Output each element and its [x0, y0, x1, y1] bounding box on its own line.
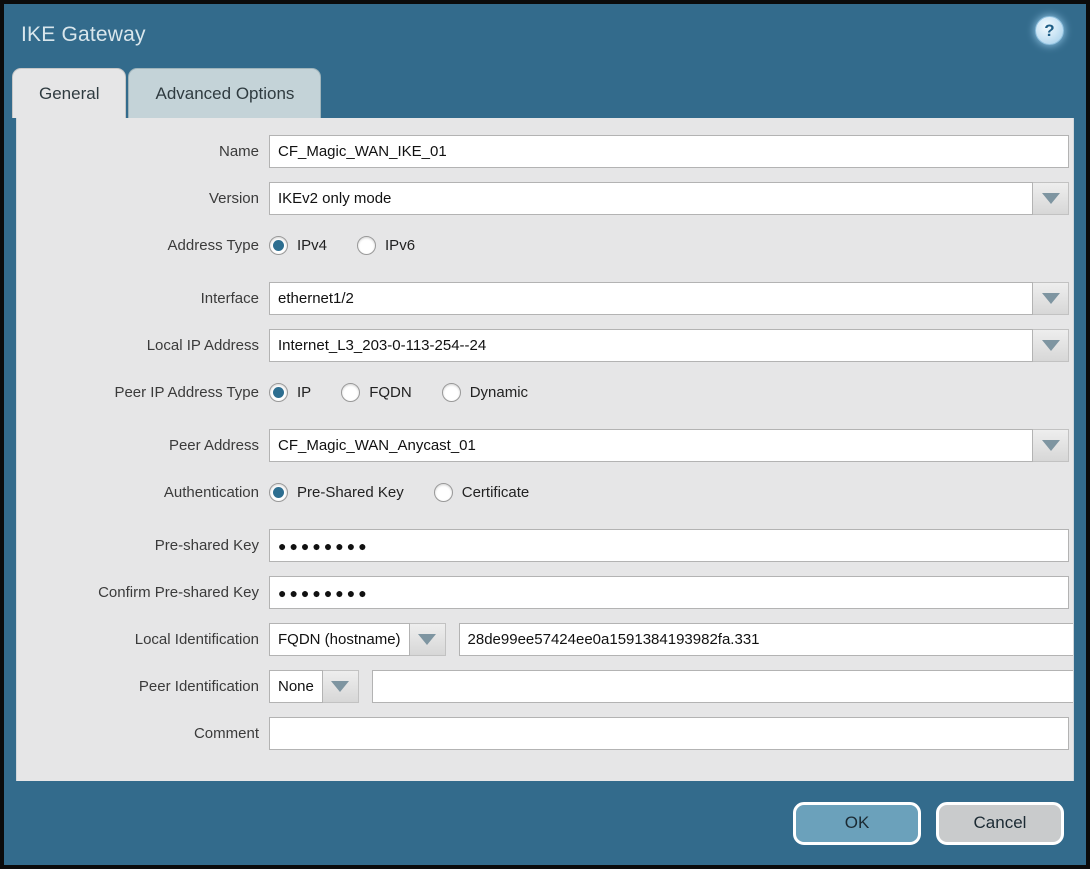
- radio-label: IP: [297, 384, 312, 401]
- local-identification-label: Local Identification: [134, 631, 259, 648]
- local-ip-address-selected-value: Internet_L3_203-0-113-254--24: [269, 329, 1033, 362]
- peer-identification-label: Peer Identification: [138, 678, 259, 695]
- local-ip-address-dropdown[interactable]: Internet_L3_203-0-113-254--24: [269, 329, 1069, 362]
- comment-input[interactable]: [269, 717, 1069, 750]
- name-label: Name: [218, 143, 259, 160]
- chevron-down-icon[interactable]: [1033, 282, 1069, 315]
- peer-address-label: Peer Address: [168, 437, 259, 454]
- pre-shared-key-label: Pre-shared Key: [154, 537, 259, 554]
- authentication-row: Authentication Pre-Shared Key Certificat…: [17, 476, 1073, 509]
- radio-unselected-icon: [341, 383, 361, 402]
- peer-type-dynamic-radio[interactable]: Dynamic: [441, 383, 529, 402]
- address-type-label: Address Type: [167, 237, 259, 254]
- version-selected-value: IKEv2 only mode: [269, 182, 1033, 215]
- interface-selected-value: ethernet1/2: [269, 282, 1033, 315]
- radio-unselected-icon: [433, 483, 453, 502]
- radio-label: IPv6: [385, 237, 416, 254]
- peer-address-dropdown[interactable]: CF_Magic_WAN_Anycast_01: [269, 429, 1069, 462]
- name-row: Name: [17, 135, 1073, 168]
- chevron-down-icon[interactable]: [1033, 182, 1069, 215]
- tab-advanced-options[interactable]: Advanced Options: [128, 68, 322, 118]
- ike-gateway-dialog: IKE Gateway ? General Advanced Options N…: [0, 0, 1090, 869]
- local-identification-type-value: FQDN (hostname): [269, 623, 410, 656]
- radio-label: Dynamic: [469, 384, 529, 401]
- authentication-label: Authentication: [163, 484, 259, 501]
- peer-identification-type-dropdown[interactable]: None: [269, 670, 359, 703]
- confirm-pre-shared-key-input[interactable]: [269, 576, 1069, 609]
- footer-bar: OK Cancel: [4, 781, 1086, 865]
- auth-certificate-radio[interactable]: Certificate: [433, 483, 530, 502]
- chevron-down-icon[interactable]: [322, 670, 359, 703]
- radio-selected-icon: [269, 383, 288, 402]
- name-input[interactable]: [269, 135, 1069, 168]
- radio-label: IPv4: [297, 237, 328, 254]
- peer-type-fqdn-radio[interactable]: FQDN: [341, 383, 412, 402]
- chevron-down-icon[interactable]: [1033, 429, 1069, 462]
- peer-identification-value-input[interactable]: [371, 670, 1073, 703]
- radio-selected-icon: [269, 236, 288, 255]
- local-identification-value-input[interactable]: [458, 623, 1073, 656]
- general-tab-panel: Name Version IKEv2 only mode Address Typ…: [16, 118, 1074, 781]
- peer-ip-address-type-label: Peer IP Address Type: [114, 384, 259, 401]
- radio-unselected-icon: [357, 236, 377, 255]
- peer-ip-address-type-row: Peer IP Address Type IP FQDN Dynamic: [17, 376, 1073, 409]
- radio-label: FQDN: [369, 384, 412, 401]
- help-icon[interactable]: ?: [1035, 16, 1064, 45]
- local-ip-address-row: Local IP Address Internet_L3_203-0-113-2…: [17, 329, 1073, 362]
- pre-shared-key-input[interactable]: [269, 529, 1069, 562]
- version-dropdown[interactable]: IKEv2 only mode: [269, 182, 1069, 215]
- title-bar: IKE Gateway ?: [4, 4, 1086, 62]
- ok-button[interactable]: OK: [793, 801, 921, 845]
- address-type-ipv4-radio[interactable]: IPv4: [269, 236, 327, 255]
- radio-unselected-icon: [441, 383, 461, 402]
- version-row: Version IKEv2 only mode: [17, 182, 1073, 215]
- radio-selected-icon: [269, 483, 288, 502]
- dialog-title: IKE Gateway: [21, 23, 146, 46]
- pre-shared-key-row: Pre-shared Key: [17, 529, 1073, 562]
- address-type-ipv6-radio[interactable]: IPv6: [357, 236, 415, 255]
- peer-address-row: Peer Address CF_Magic_WAN_Anycast_01: [17, 429, 1073, 462]
- peer-identification-type-value: None: [269, 670, 323, 703]
- local-identification-row: Local Identification FQDN (hostname): [17, 623, 1073, 656]
- comment-label: Comment: [193, 725, 259, 742]
- peer-address-selected-value: CF_Magic_WAN_Anycast_01: [269, 429, 1033, 462]
- peer-identification-row: Peer Identification None: [17, 670, 1073, 703]
- version-label: Version: [208, 190, 259, 207]
- interface-row: Interface ethernet1/2: [17, 282, 1073, 315]
- address-type-row: Address Type IPv4 IPv6: [17, 229, 1073, 262]
- confirm-pre-shared-key-label: Confirm Pre-shared Key: [98, 584, 259, 601]
- cancel-button[interactable]: Cancel: [936, 801, 1064, 845]
- comment-row: Comment: [17, 717, 1073, 750]
- chevron-down-icon[interactable]: [1033, 329, 1069, 362]
- radio-label: Certificate: [461, 484, 530, 501]
- chevron-down-icon[interactable]: [409, 623, 446, 656]
- peer-type-ip-radio[interactable]: IP: [269, 383, 311, 402]
- radio-label: Pre-Shared Key: [297, 484, 404, 501]
- local-ip-address-label: Local IP Address: [146, 337, 259, 354]
- auth-pre-shared-key-radio[interactable]: Pre-Shared Key: [269, 483, 404, 502]
- tab-bar: General Advanced Options: [4, 62, 1086, 118]
- confirm-pre-shared-key-row: Confirm Pre-shared Key: [17, 576, 1073, 609]
- interface-label: Interface: [200, 290, 259, 307]
- local-identification-type-dropdown[interactable]: FQDN (hostname): [269, 623, 446, 656]
- interface-dropdown[interactable]: ethernet1/2: [269, 282, 1069, 315]
- tab-general[interactable]: General: [12, 68, 127, 118]
